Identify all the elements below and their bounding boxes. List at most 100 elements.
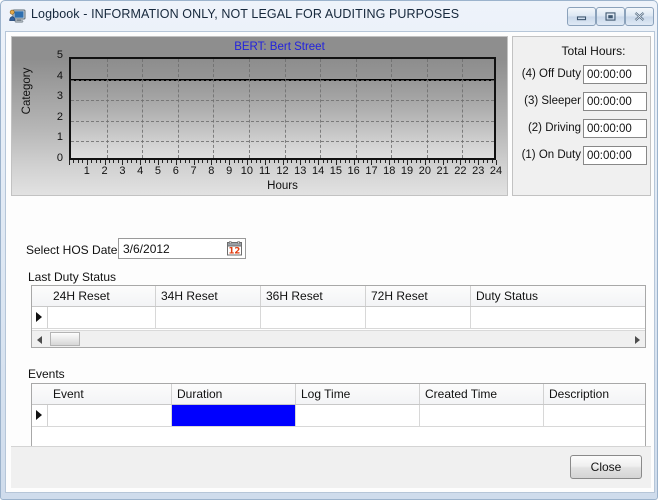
table-row[interactable] [32, 307, 645, 329]
chart-x-tick [286, 160, 288, 163]
chart-x-tick [149, 160, 151, 163]
chart-x-tick [180, 160, 182, 163]
table-cell[interactable] [48, 307, 156, 328]
events-header-row: Event Duration Log Time Created Time Descrip… [32, 384, 645, 405]
table-cell[interactable] [420, 405, 544, 426]
row-selector[interactable] [32, 405, 48, 426]
chart-x-tick [117, 160, 119, 163]
hos-date-picker[interactable]: 3/6/2012 12 [118, 238, 246, 259]
chart-x-tick [197, 160, 199, 163]
chart-x-tick [153, 160, 155, 163]
table-cell[interactable] [366, 307, 471, 328]
chart-gridline-v [426, 59, 428, 158]
chart-y-axis-labels: 0 1 2 3 4 5 [39, 49, 63, 166]
chart-gridline-h [71, 79, 494, 81]
chart-x-tick [451, 160, 453, 163]
calendar-icon[interactable]: 12 [227, 241, 242, 256]
scroll-left-button[interactable] [32, 331, 49, 347]
chart-x-tick [215, 160, 217, 163]
total-hours-value-field[interactable] [583, 92, 647, 111]
row-caret-icon [36, 410, 42, 420]
total-hours-value-field[interactable] [583, 119, 647, 138]
table-row[interactable] [32, 405, 645, 427]
chart-gridline-v [248, 59, 250, 158]
total-hours-row: (2) Driving [513, 119, 650, 140]
column-header[interactable]: Description [544, 384, 645, 404]
table-cell[interactable] [172, 405, 296, 426]
scroll-thumb[interactable] [50, 332, 80, 346]
table-cell[interactable] [544, 405, 645, 426]
chart-x-tick [429, 160, 431, 163]
row-selector[interactable] [32, 307, 48, 328]
last-duty-status-grid[interactable]: 24H Reset 34H Reset 36H Reset 72H Reset Duty… [31, 285, 646, 348]
last-duty-status-header-row: 24H Reset 34H Reset 36H Reset 72H Reset Duty… [32, 286, 645, 307]
last-duty-status-hscrollbar[interactable] [32, 330, 645, 347]
title-bar[interactable]: Logbook - INFORMATION ONLY, NOT LEGAL FO… [1, 1, 657, 31]
svg-text:12: 12 [228, 246, 240, 256]
chart-x-tick [464, 160, 466, 163]
chart-x-tick [233, 160, 235, 163]
chart-x-tick [135, 160, 137, 163]
column-header[interactable]: Created Time [420, 384, 544, 404]
table-cell[interactable] [471, 307, 645, 328]
chart-x-tick [220, 160, 222, 163]
chart-gridline-v [106, 59, 108, 158]
chart-x-tick [162, 160, 164, 163]
right-arrow-icon [635, 336, 640, 344]
chart-gridline-h [71, 141, 494, 143]
chart-x-tick [251, 160, 253, 163]
column-header[interactable]: 34H Reset [156, 286, 261, 306]
chart-y-axis-title: Category [21, 67, 33, 115]
table-cell[interactable] [261, 307, 366, 328]
close-button[interactable]: Close [570, 455, 642, 479]
column-header[interactable]: 24H Reset [48, 286, 156, 306]
chart-x-tick [238, 160, 240, 163]
hos-date-label: Select HOS Date [26, 243, 118, 257]
chart-x-tick [344, 160, 346, 163]
chart-x-tick [206, 160, 208, 163]
chart-x-tick [469, 160, 471, 163]
chart-x-tick [291, 160, 293, 163]
chart-gridline-h [71, 100, 494, 102]
table-cell[interactable] [156, 307, 261, 328]
chart-gridline-h [71, 120, 494, 122]
column-header[interactable]: Duty Status [471, 286, 645, 306]
chart-y-tick-label: 1 [56, 131, 63, 144]
chart-x-tick [260, 160, 262, 163]
row-caret-icon [36, 312, 42, 322]
table-cell[interactable] [48, 405, 172, 426]
chart-x-tick [224, 160, 226, 163]
chart-x-tick [73, 160, 75, 163]
total-hours-value-field[interactable] [583, 65, 647, 84]
column-header[interactable]: Duration [172, 384, 296, 404]
chart-x-tick [109, 160, 111, 163]
chart-gridline-v [462, 59, 464, 158]
chart-x-tick [202, 160, 204, 163]
computer-monitor-user-icon [9, 8, 26, 24]
total-hours-row-label: (4) Off Duty [521, 68, 581, 80]
total-hours-value-field[interactable] [583, 146, 647, 165]
minimize-button[interactable] [567, 7, 596, 26]
chart-x-tick [295, 160, 297, 163]
chart-x-tick [482, 160, 484, 163]
chart-x-tick [100, 160, 102, 163]
chart-x-tick [447, 160, 449, 163]
chart-x-tick [131, 160, 133, 163]
chart-x-tick [415, 160, 417, 163]
close-window-button[interactable] [625, 7, 654, 26]
chart-x-tick [184, 160, 186, 163]
column-header[interactable]: 36H Reset [261, 286, 366, 306]
table-cell[interactable] [296, 405, 420, 426]
scroll-right-button[interactable] [628, 331, 645, 347]
logbook-window: Logbook - INFORMATION ONLY, NOT LEGAL FO… [0, 0, 658, 500]
maximize-button[interactable] [596, 7, 625, 26]
chart-x-tick [367, 160, 368, 163]
chart-x-tick [380, 160, 382, 163]
column-header[interactable]: Event [48, 384, 172, 404]
hos-date-value[interactable]: 3/6/2012 [123, 242, 170, 256]
chart-y-tick-label: 0 [56, 152, 63, 164]
chart-x-tick [242, 160, 244, 163]
column-header[interactable]: Log Time [296, 384, 420, 404]
column-header[interactable]: 72H Reset [366, 286, 471, 306]
chart-x-tick [326, 160, 328, 163]
